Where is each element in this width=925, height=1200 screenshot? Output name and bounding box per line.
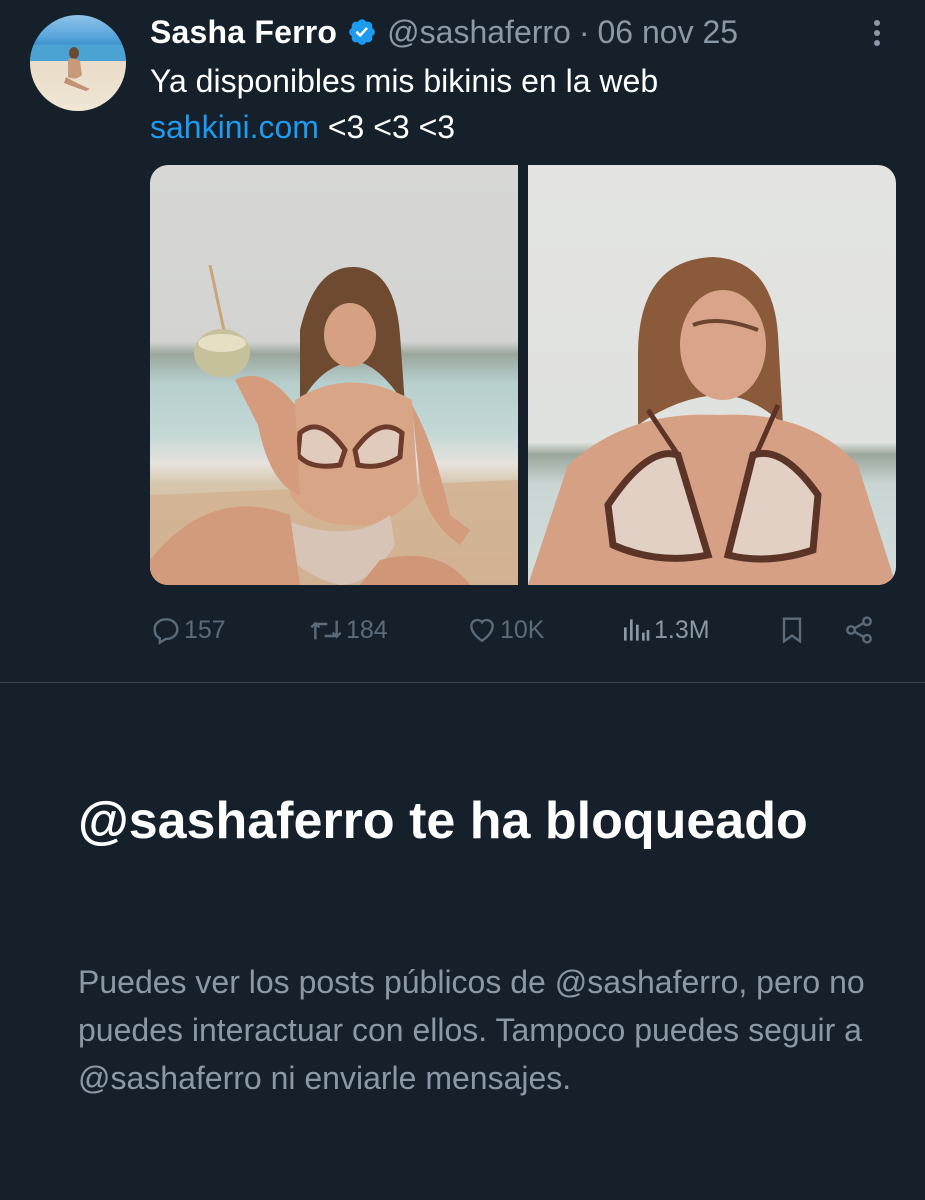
author-handle[interactable]: @sashaferro [387, 14, 571, 51]
blocked-title: @sashaferro te ha bloqueado [78, 792, 808, 850]
separator-dot: · [578, 13, 590, 50]
repost-count: 184 [346, 615, 388, 644]
avatar[interactable] [30, 15, 126, 111]
bookmark-action[interactable] [776, 608, 810, 652]
views-count: 1.3M [654, 615, 710, 644]
tweet-text-line-2: sahkini.com <3 <3 <3 [150, 104, 890, 150]
tweet-date[interactable]: 06 nov 25 [598, 14, 739, 51]
tweet-media [150, 165, 896, 585]
photo-1-figure [150, 264, 518, 585]
repost-icon [310, 620, 342, 640]
share-icon [846, 616, 872, 644]
author-name[interactable]: Sasha Ferro [150, 14, 337, 51]
section-divider [0, 682, 925, 683]
views-chart-icon [624, 619, 650, 641]
tweet-link[interactable]: sahkini.com [150, 109, 319, 145]
repost-action[interactable]: 184 [308, 608, 388, 652]
media-photo-1[interactable] [150, 165, 518, 585]
reply-count: 157 [184, 615, 226, 644]
tweet-text-line: Ya disponibles mis bikinis en la web [150, 63, 659, 99]
tweet[interactable]: Sasha Ferro @sashaferro · 06 nov 25 Ya d… [0, 0, 925, 682]
tweet-text: Ya disponibles mis bikinis en la web sah… [150, 58, 890, 150]
photo-2-figure [528, 257, 896, 585]
tweet-header: Sasha Ferro @sashaferro · 06 nov 25 [150, 12, 738, 52]
like-count: 10K [500, 615, 545, 644]
media-photo-2[interactable] [528, 165, 896, 585]
verified-badge-icon [349, 19, 375, 45]
bookmark-icon [782, 617, 802, 644]
tweet-text-suffix: <3 <3 <3 [318, 109, 456, 145]
more-vertical-icon[interactable] [865, 16, 889, 50]
views-action[interactable]: 1.3M [620, 608, 710, 652]
tweet-actions: 157 184 10K 1.3M [150, 608, 890, 652]
heart-icon [470, 618, 494, 643]
blocked-description: Puedes ver los posts públicos de @sashaf… [78, 964, 865, 1096]
reply-action[interactable]: 157 [150, 608, 226, 652]
share-action[interactable] [842, 608, 878, 652]
like-action[interactable]: 10K [466, 608, 544, 652]
reply-icon [153, 618, 179, 645]
avatar-person-figure [64, 47, 90, 91]
